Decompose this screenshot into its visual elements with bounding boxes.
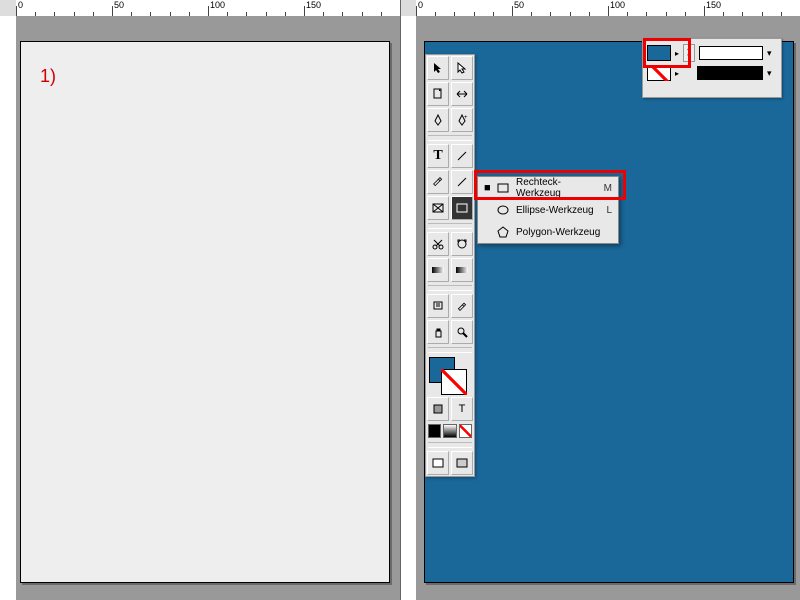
panel-divider [400,0,401,600]
gap-tool[interactable] [451,82,473,106]
shape-tool-flyout[interactable]: ■ Rechteck-Werkzeug M Ellipse-Werkzeug L… [477,176,619,244]
ruler-horizontal-left[interactable]: 050100150200 [16,0,400,17]
preview-view-icon[interactable] [451,451,473,475]
flyout-item-polygon[interactable]: Polygon-Werkzeug [478,221,618,243]
flyout-label: Rechteck-Werkzeug [516,177,598,199]
flyout-label: Ellipse-Werkzeug [516,205,600,216]
gradient-feather-tool[interactable] [451,258,473,282]
zoom-tool[interactable] [451,320,473,344]
separator [428,347,472,353]
page-tool[interactable] [427,82,449,106]
transform-tool[interactable] [451,232,473,256]
selected-marker: ■ [484,182,490,194]
separator [428,135,472,141]
separator [428,442,472,448]
direct-selection-tool[interactable] [451,56,473,80]
apply-color-icon[interactable] [428,424,441,438]
ruler-horizontal-right[interactable]: 050100150200 [416,0,800,17]
ellipse-icon [496,203,510,217]
polygon-icon [496,225,510,239]
tint-field[interactable] [699,46,763,60]
stroke-swatch[interactable] [441,369,467,395]
pencil-tool[interactable] [427,170,449,194]
flyout-label: Polygon-Werkzeug [516,227,606,238]
ruler-vertical-right[interactable] [400,16,417,600]
canvas-area-left[interactable]: 1) [16,16,400,600]
flyout-item-ellipse[interactable]: Ellipse-Werkzeug L [478,199,618,221]
flyout-shortcut: L [606,205,612,216]
svg-text:+: + [464,115,468,121]
stroke-color-swatch[interactable] [647,65,671,81]
rectangle-icon [496,181,510,195]
note-tool[interactable] [427,294,449,318]
rectangle-frame-tool[interactable] [427,196,449,220]
eyedropper-tool[interactable] [451,294,473,318]
page-1[interactable] [20,41,390,583]
tint-stepper[interactable]: ▴▾ [683,44,695,62]
pen-tool-icon[interactable] [427,108,449,132]
page-2[interactable] [424,41,794,583]
hand-tool[interactable] [427,320,449,344]
ruler-origin[interactable] [0,0,17,17]
ruler-origin-2[interactable] [400,0,417,17]
separator [428,285,472,291]
normal-view-icon[interactable] [427,451,449,475]
formatting-container-icon[interactable] [427,397,449,421]
gradient-swatch-tool[interactable] [427,258,449,282]
swatches-mini-panel[interactable]: ▸ ▴▾ ▾ ▸ ▾ [642,38,782,98]
smooth-tool[interactable] [451,170,473,194]
tools-panel[interactable]: + T T [425,54,475,477]
selection-tool[interactable] [427,56,449,80]
type-tool[interactable]: T [427,144,449,168]
stroke-style-field[interactable] [697,66,763,80]
stroke-flyout-icon[interactable]: ▸ [675,69,679,78]
left-panel: 050100150200 1) [0,0,400,600]
fill-flyout-icon[interactable]: ▸ [675,49,679,58]
apply-none-icon[interactable] [459,424,472,438]
fill-stroke-swatch[interactable] [427,355,473,395]
separator [428,223,472,229]
line-tool[interactable] [451,144,473,168]
flyout-shortcut: M [604,183,612,194]
dropdown-icon[interactable]: ▾ [767,68,777,79]
formatting-text-icon[interactable]: T [451,397,473,421]
scissors-tool[interactable] [427,232,449,256]
ruler-vertical-left[interactable] [0,16,17,600]
fill-color-swatch[interactable] [647,45,671,61]
pen-add-icon[interactable]: + [451,108,473,132]
rectangle-tool[interactable] [451,196,473,220]
apply-color-row[interactable] [426,422,474,440]
flyout-item-rectangle[interactable]: ■ Rechteck-Werkzeug M [478,177,618,199]
dropdown-icon[interactable]: ▾ [767,48,777,59]
annotation-1: 1) [40,66,56,87]
apply-gradient-icon[interactable] [443,424,456,438]
